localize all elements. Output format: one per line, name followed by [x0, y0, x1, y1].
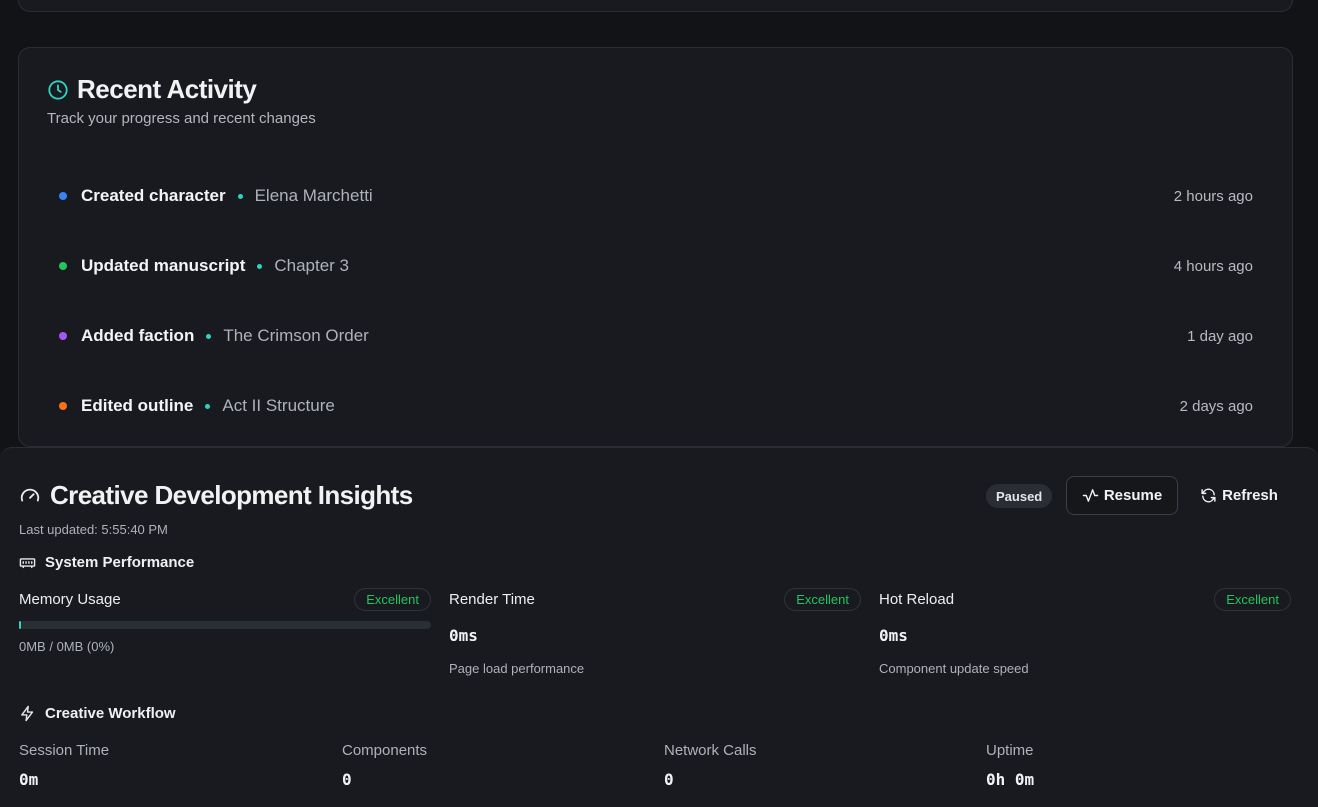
gauge-icon: [20, 488, 40, 501]
recent-activity-header: Recent Activity: [47, 74, 257, 105]
stat-value: 0: [342, 770, 352, 789]
separator-dot: [237, 193, 243, 199]
hot-reload-value: 0ms: [879, 626, 908, 645]
activity-pulse-icon: [1082, 489, 1099, 502]
separator-dot: [206, 333, 212, 339]
separator-dot: [257, 263, 263, 269]
stat-label: Network Calls: [664, 742, 757, 759]
status-badge: Paused: [986, 484, 1053, 508]
memory-usage-label: Memory Usage: [19, 591, 121, 608]
stat-value: 0h 0m: [986, 770, 1035, 789]
activity-time: 1 day ago: [1187, 327, 1253, 345]
activity-target: Chapter 3: [274, 256, 350, 275]
activity-item[interactable]: Edited outline Act II Structure 2 days a…: [59, 371, 1253, 441]
activity-time: 2 days ago: [1179, 397, 1253, 415]
activity-action: Created character: [81, 186, 226, 205]
activity-item[interactable]: Added faction The Crimson Order 1 day ag…: [59, 301, 1253, 371]
activity-item[interactable]: Created character Elena Marchetti 2 hour…: [59, 161, 1253, 231]
insights-panel: Creative Development Insights Last updat…: [0, 447, 1318, 807]
recent-activity-card: Recent Activity Track your progress and …: [18, 47, 1293, 447]
uptime-stat: Uptime 0h 0m: [986, 742, 1034, 789]
activity-item[interactable]: Updated manuscript Chapter 3 4 hours ago: [59, 231, 1253, 301]
session-time-stat: Session Time 0m: [19, 742, 109, 789]
render-status-badge: Excellent: [784, 588, 861, 611]
render-time-desc: Page load performance: [449, 661, 585, 676]
memory-detail: 0MB / 0MB (0%): [19, 639, 115, 654]
creative-workflow-label: Creative Workflow: [45, 705, 176, 722]
stat-label: Session Time: [19, 742, 110, 759]
insights-header: Creative Development Insights: [19, 480, 413, 511]
activity-action: Added faction: [81, 326, 195, 345]
previous-card: [18, 0, 1293, 12]
resume-label: Resume: [1103, 487, 1163, 504]
memory-chip-icon: [19, 558, 36, 569]
activity-dot-purple: [59, 332, 67, 340]
stat-label: Components: [342, 742, 428, 759]
render-time-value: 0ms: [449, 626, 478, 645]
activity-action: Updated manuscript: [81, 256, 246, 275]
refresh-label: Refresh: [1222, 487, 1278, 504]
hot-reload-desc: Component update speed: [879, 661, 1029, 676]
stat-label: Uptime: [986, 742, 1034, 759]
system-performance-label: System Performance: [45, 554, 195, 571]
network-calls-stat: Network Calls 0: [664, 742, 757, 789]
activity-time: 2 hours ago: [1173, 187, 1253, 205]
activity-action: Edited outline: [81, 396, 194, 415]
activity-dot-green: [59, 262, 67, 270]
memory-progress-fill: [19, 621, 21, 629]
components-stat: Components 0: [342, 742, 427, 789]
render-time-label: Render Time: [449, 591, 535, 608]
lightning-icon: [21, 705, 34, 722]
memory-status-badge: Excellent: [354, 588, 431, 611]
activity-target: Act II Structure: [222, 396, 335, 415]
activity-list: Created character Elena Marchetti 2 hour…: [59, 161, 1253, 441]
activity-target: Elena Marchetti: [254, 186, 373, 205]
clock-icon: [48, 79, 68, 100]
resume-button[interactable]: Resume: [1066, 476, 1178, 515]
memory-progress-bar: [19, 621, 431, 629]
activity-time: 4 hours ago: [1173, 257, 1253, 275]
system-performance-heading: System Performance: [19, 554, 194, 571]
hot-reload-label: Hot Reload: [879, 591, 955, 608]
separator-dot: [205, 403, 211, 409]
recent-activity-subtitle: Track your progress and recent changes: [47, 110, 316, 127]
activity-dot-orange: [59, 402, 67, 410]
refresh-button[interactable]: Refresh: [1188, 476, 1290, 515]
hot-reload-status-badge: Excellent: [1214, 588, 1291, 611]
stat-value: 0m: [19, 770, 39, 789]
last-updated-text: Last updated: 5:55:40 PM: [19, 522, 168, 537]
creative-workflow-heading: Creative Workflow: [19, 705, 176, 722]
activity-dot-blue: [59, 192, 67, 200]
refresh-icon: [1201, 488, 1216, 503]
activity-target: The Crimson Order: [223, 326, 369, 345]
recent-activity-title: Recent Activity: [77, 74, 257, 104]
stat-value: 0: [664, 770, 674, 789]
insights-title: Creative Development Insights: [50, 480, 413, 510]
